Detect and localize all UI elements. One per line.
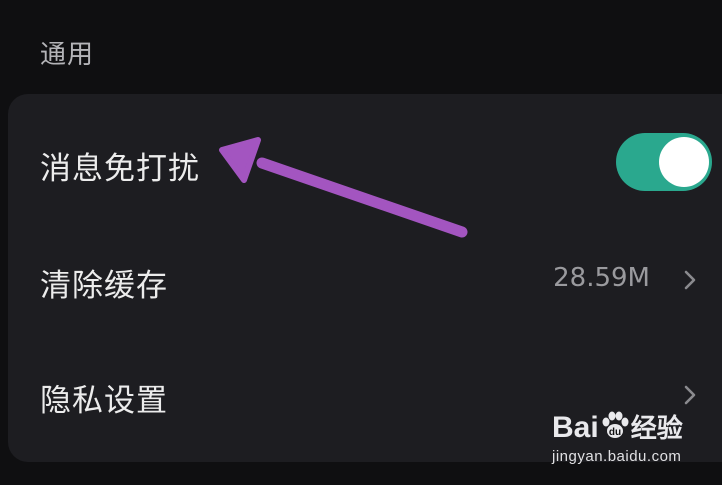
setting-label-privacy: 隐私设置	[40, 383, 168, 419]
watermark: Bai du 经验 jingyan.baidu.com	[552, 408, 717, 472]
setting-row-clear-cache[interactable]: 清除缓存 28.59M	[0, 250, 722, 310]
svg-text:du: du	[609, 427, 621, 438]
settings-screen: 通用 消息免打扰 清除缓存 28.59M 隐私设置 Bai du 经验 jing…	[0, 0, 722, 485]
watermark-url: jingyan.baidu.com	[552, 448, 682, 465]
setting-row-dnd[interactable]: 消息免打扰	[0, 133, 722, 193]
paw-icon: du	[602, 411, 629, 438]
cache-size-value: 28.59M	[553, 263, 650, 293]
dnd-toggle[interactable]	[616, 133, 712, 191]
watermark-logo-suffix: 经验	[630, 414, 683, 444]
setting-label-clear-cache: 清除缓存	[40, 268, 168, 304]
watermark-logo-text: Bai	[552, 411, 599, 444]
chevron-right-icon	[684, 270, 696, 290]
setting-label-dnd: 消息免打扰	[40, 151, 200, 187]
watermark-logo: Bai du 经验	[552, 408, 683, 445]
section-title: 通用	[40, 40, 95, 70]
chevron-right-icon	[684, 385, 696, 405]
toggle-knob	[659, 137, 709, 187]
